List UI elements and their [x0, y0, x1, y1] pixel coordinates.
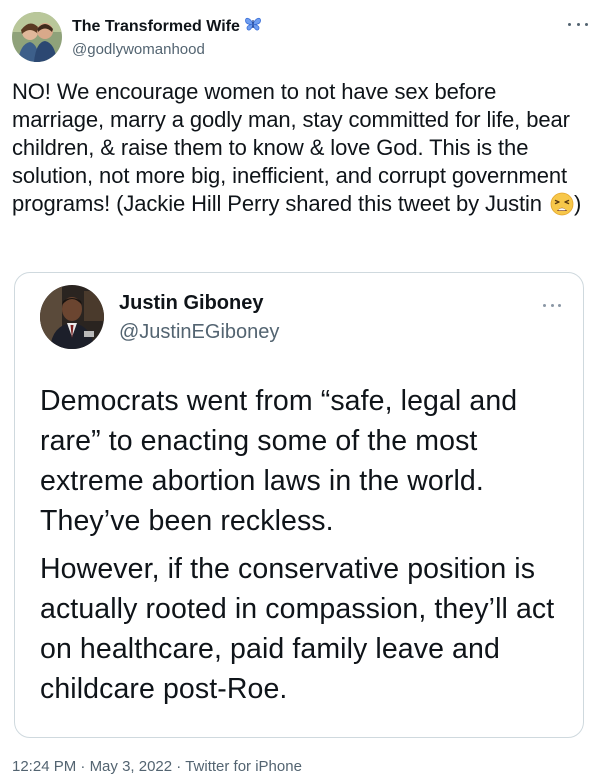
quoted-author-handle[interactable]: @JustinEGiboney: [119, 319, 279, 345]
quoted-author-name-block: Justin Giboney @JustinEGiboney: [119, 291, 279, 345]
quoted-tweet-text: Democrats went from “safe, legal and rar…: [40, 381, 570, 709]
tweet-text-body: NO! We encourage women to not have sex b…: [12, 79, 570, 216]
tweet: The Transformed Wife @godlywomanhood NO!…: [0, 0, 600, 783]
quoted-author-avatar[interactable]: [40, 285, 104, 349]
tweet-time[interactable]: 12:24 PM: [12, 758, 76, 775]
tired-face-emoji-icon: [550, 192, 574, 216]
author-display-name[interactable]: The Transformed Wife: [72, 17, 240, 37]
quoted-paragraph-1: Democrats went from “safe, legal and rar…: [40, 385, 518, 537]
tweet-date[interactable]: May 3, 2022: [90, 758, 173, 775]
footer-separator: ·: [176, 758, 182, 775]
quoted-more-options-icon[interactable]: [543, 301, 561, 309]
quoted-author-display-name[interactable]: Justin Giboney: [119, 291, 279, 315]
author-name-block: The Transformed Wife @godlywomanhood: [72, 16, 262, 60]
quoted-paragraph-2: However, if the conservative position is…: [40, 553, 555, 705]
tweet-text: NO! We encourage women to not have sex b…: [12, 78, 584, 218]
author-handle[interactable]: @godlywomanhood: [72, 40, 262, 60]
quoted-tweet-card[interactable]: Justin Giboney @JustinEGiboney Democrats…: [14, 272, 584, 738]
tweet-footer: 12:24 PM · May 3, 2022 · Twitter for iPh…: [12, 758, 302, 776]
tweet-header: The Transformed Wife @godlywomanhood: [12, 12, 588, 64]
tweet-text-end: ): [573, 191, 582, 216]
author-avatar[interactable]: [12, 12, 62, 62]
author-name-row[interactable]: The Transformed Wife: [72, 16, 262, 38]
more-options-icon[interactable]: [568, 18, 588, 30]
butterfly-icon: [244, 16, 262, 38]
tweet-source[interactable]: Twitter for iPhone: [185, 758, 302, 775]
footer-separator: ·: [80, 758, 86, 775]
